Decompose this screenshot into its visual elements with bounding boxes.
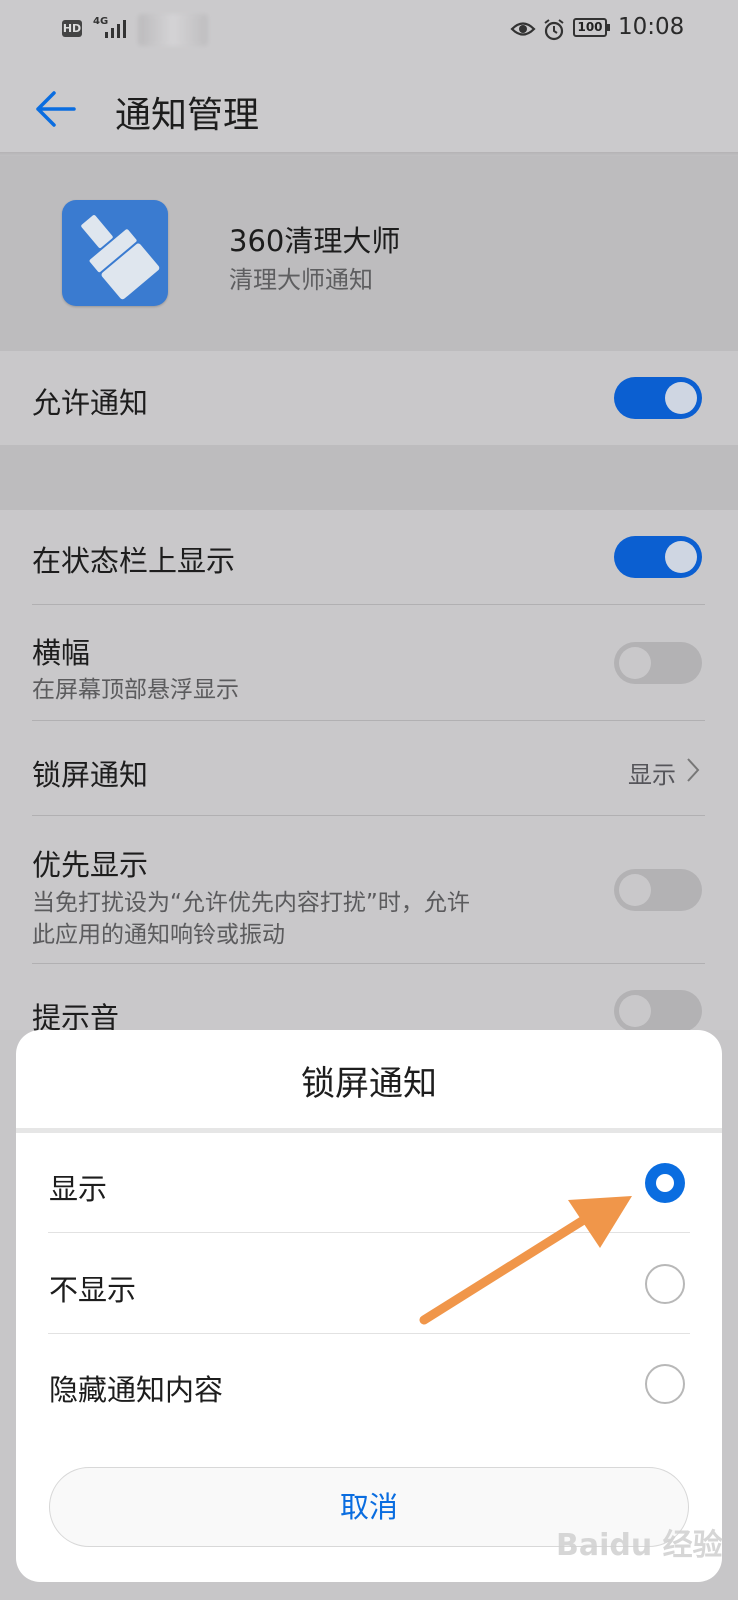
eye-icon — [510, 22, 536, 36]
priority-subtitle-line1: 当免打扰设为“允许优先内容打扰”时，允许 — [32, 890, 470, 916]
clock: 10:08 — [618, 14, 685, 40]
wifi-icon — [138, 14, 208, 46]
page-title: 通知管理 — [115, 95, 260, 136]
banner-label: 横幅 — [32, 636, 91, 670]
lock-screen-value[interactable]: 显示 — [628, 755, 676, 790]
app-name: 360清理大师 — [229, 224, 401, 258]
sound-toggle[interactable] — [614, 990, 702, 1032]
divider — [32, 963, 705, 964]
watermark: Baidu 经验 — [556, 1528, 723, 1563]
lock-screen-label[interactable]: 锁屏通知 — [32, 752, 148, 794]
banner-toggle[interactable] — [614, 642, 702, 684]
priority-label: 优先显示 — [32, 848, 149, 882]
divider — [48, 1333, 690, 1334]
back-arrow-icon[interactable] — [28, 84, 84, 134]
banner-subtitle: 在屏幕顶部悬浮显示 — [32, 677, 239, 703]
battery-icon: 100 — [573, 18, 610, 37]
option-hide-label[interactable]: 不显示 — [49, 1267, 136, 1309]
hd-icon: HD — [62, 20, 82, 37]
priority-subtitle-line2: 此应用的通知响铃或振动 — [32, 922, 285, 948]
option-show-radio[interactable] — [645, 1163, 685, 1203]
alarm-icon — [544, 19, 564, 41]
annotation-arrow-icon — [419, 1196, 632, 1325]
signal-icon — [105, 20, 126, 38]
allow-notifications-toggle[interactable] — [614, 377, 702, 419]
divider — [32, 720, 705, 721]
option-hide-content-label[interactable]: 隐藏通知内容 — [49, 1367, 223, 1409]
chevron-right-icon[interactable] — [686, 757, 700, 783]
divider — [32, 815, 705, 816]
section-gap — [0, 445, 738, 510]
option-show-label[interactable]: 显示 — [49, 1166, 107, 1208]
app-bar — [0, 58, 738, 153]
dialog-title: 锁屏通知 — [301, 1064, 437, 1104]
status-bar-display-label: 在状态栏上显示 — [32, 544, 236, 578]
allow-notifications-label: 允许通知 — [32, 386, 149, 420]
dialog-title-separator — [16, 1128, 722, 1133]
status-bar-display-toggle[interactable] — [614, 536, 702, 578]
divider — [32, 604, 705, 605]
app-subtitle: 清理大师通知 — [229, 266, 373, 294]
broom-app-icon — [62, 200, 168, 306]
option-hide-radio[interactable] — [645, 1264, 685, 1304]
option-hide-content-radio[interactable] — [645, 1364, 685, 1404]
priority-toggle[interactable] — [614, 869, 702, 911]
